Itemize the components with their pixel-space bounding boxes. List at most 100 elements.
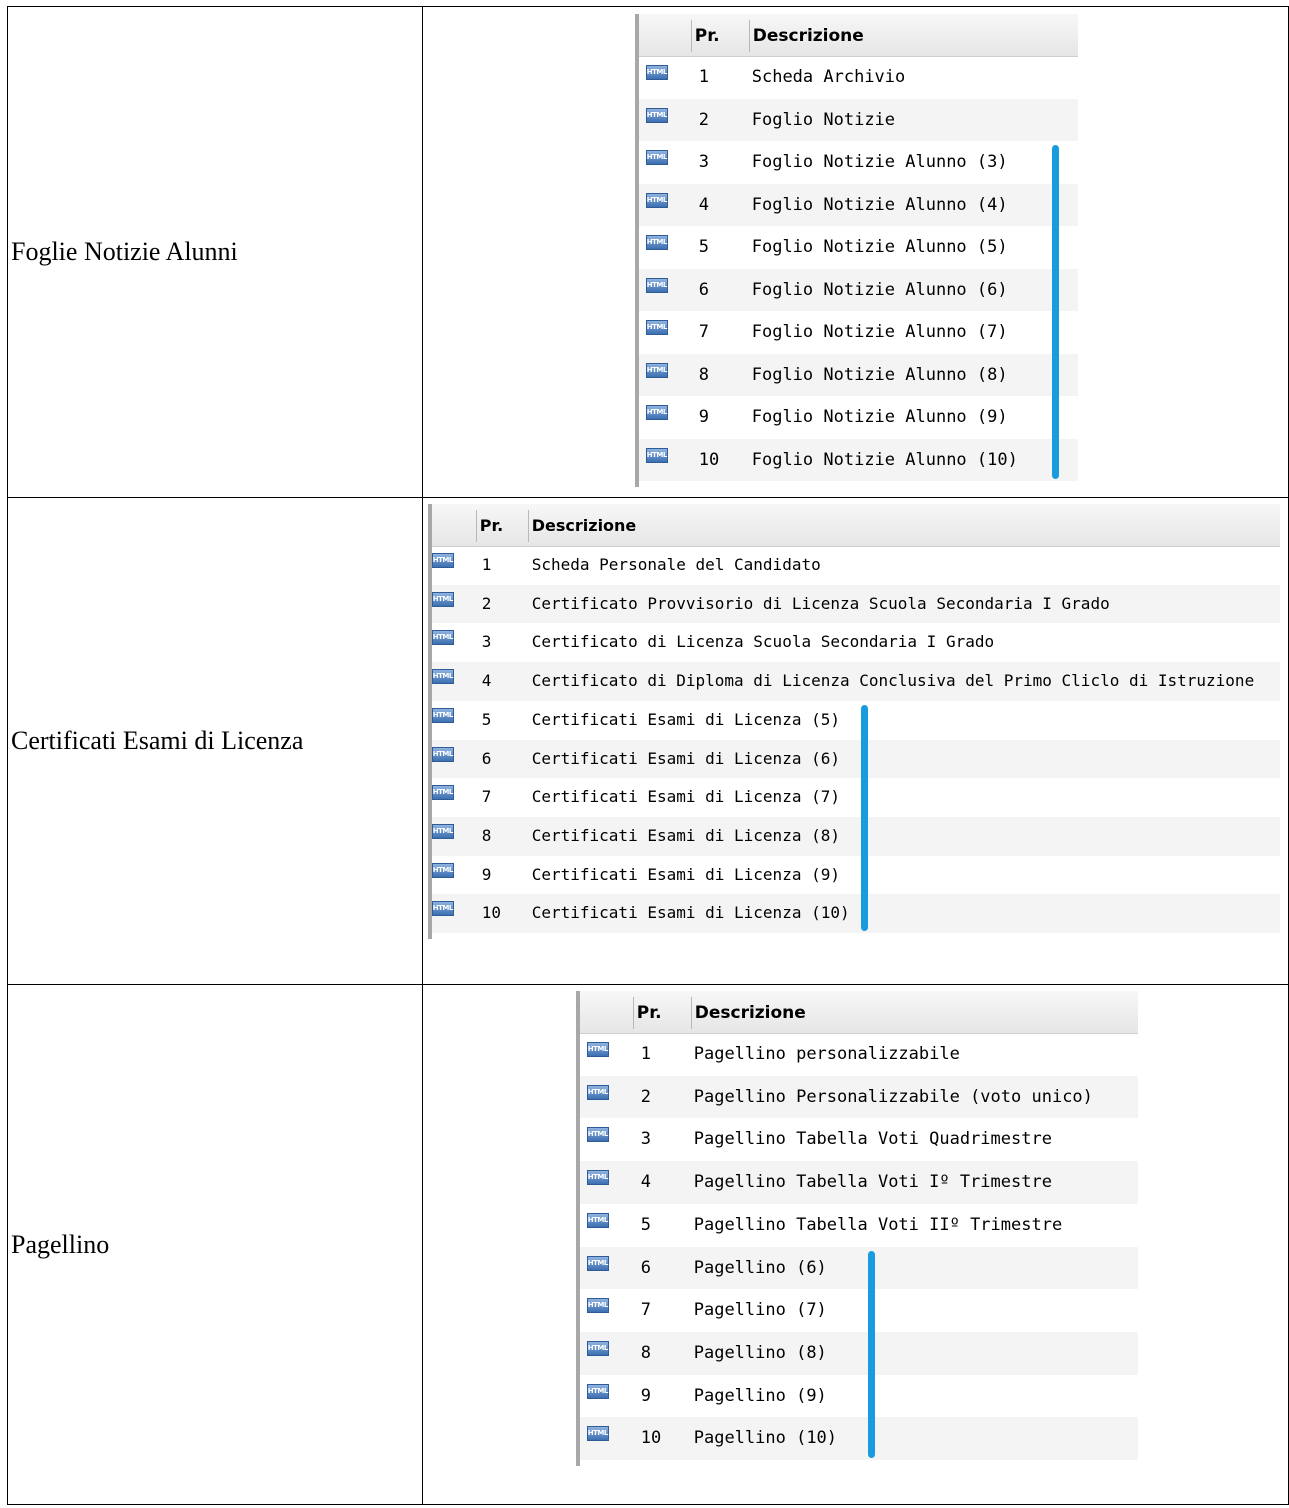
row-number: 10 — [481, 903, 501, 923]
highlight-bar — [1051, 145, 1059, 479]
list-item[interactable]: HTML 10 Foglio Notizie Alunno (10) — [638, 438, 1078, 481]
row-number: 6 — [698, 279, 709, 300]
html-file-icon[interactable]: HTML — [431, 746, 454, 762]
html-file-icon[interactable]: HTML — [431, 553, 454, 568]
html-file-icon[interactable]: HTML — [586, 1212, 609, 1228]
list-item[interactable]: HTML 4 Foglio Notizie Alunno (4) — [638, 183, 1078, 226]
list-item[interactable]: HTML 6 Certificati Esami di Licenza (6) — [431, 739, 1280, 779]
list-item[interactable]: HTML 6 Pagellino (6) — [579, 1246, 1138, 1290]
html-file-icon[interactable]: HTML — [645, 320, 668, 335]
list-item[interactable]: HTML 5 Foglio Notizie Alunno (5) — [639, 226, 1078, 269]
html-file-icon[interactable]: HTML — [586, 1383, 609, 1399]
column-separator — [475, 510, 477, 542]
html-file-icon[interactable]: HTML — [645, 107, 668, 123]
report-list-panel: Pr. Descrizione HTML 1 Pagellino personalizz… — [575, 991, 1138, 1466]
row-description: Certificati Esami di Licenza (6) — [531, 748, 840, 768]
row-description: Certificati Esami di Licenza (9) — [531, 864, 840, 884]
html-file-icon[interactable]: HTML — [586, 1084, 609, 1100]
row-number: 10 — [698, 449, 720, 470]
list-item[interactable]: HTML 5 Pagellino Tabella Voti IIº Trimestr… — [580, 1204, 1138, 1247]
document-table: Foglie Notizie Alunni Pr. Descrizione HTML… — [7, 6, 1289, 1505]
row-description: Foglio Notizie Alunno (10) — [751, 449, 1018, 470]
list-item[interactable]: HTML 5 Certificati Esami di Licenza (5) — [431, 701, 1280, 740]
html-file-icon[interactable]: HTML — [586, 1255, 609, 1271]
screenshot-cell: Pr. Descrizione HTML 1 Pagellino personalizz… — [421, 984, 1289, 1505]
row-number: 9 — [698, 407, 709, 427]
list-item[interactable]: HTML 7 Foglio Notizie Alunno (7) — [639, 311, 1078, 354]
list-item[interactable]: HTML 3 Certificato di Licenza Scuola Secon… — [431, 623, 1280, 662]
html-file-icon[interactable]: HTML — [645, 235, 668, 250]
list-item[interactable]: HTML 1 Pagellino personalizzabile — [580, 1033, 1138, 1076]
list-item[interactable]: HTML 8 Pagellino (8) — [579, 1331, 1138, 1375]
row-description: Certificati Esami di Licenza (8) — [531, 825, 840, 845]
row-number: 5 — [481, 709, 492, 729]
html-file-icon[interactable]: HTML — [586, 1340, 609, 1356]
html-file-icon[interactable]: HTML — [586, 1298, 609, 1314]
row-number: 4 — [640, 1172, 651, 1193]
list-item[interactable]: HTML 4 Certificato di Diploma di Licenza C… — [431, 662, 1280, 701]
row-number: 7 — [481, 787, 492, 807]
row-description: Foglio Notizie Alunno (3) — [751, 152, 1008, 172]
list-item[interactable]: HTML 4 Pagellino Tabella Voti Iº Trimestre — [579, 1161, 1138, 1204]
column-header: Pr. Descrizione — [431, 504, 1280, 547]
table-row: Pagellino Pr. Descrizione HTML 1 Pagellino p… — [7, 984, 1289, 1505]
html-file-icon[interactable]: HTML — [431, 901, 454, 917]
html-file-icon[interactable]: HTML — [645, 65, 668, 80]
html-file-icon[interactable]: HTML — [586, 1170, 609, 1186]
list-item[interactable]: HTML 10 Certificati Esami di Licenza (10) — [431, 894, 1280, 933]
html-file-icon[interactable]: HTML — [586, 1127, 609, 1143]
list-item[interactable]: HTML 3 Foglio Notizie Alunno (3) — [639, 141, 1078, 184]
list-item[interactable]: HTML 9 Certificati Esami di Licenza (9) — [431, 856, 1280, 895]
html-file-icon[interactable]: HTML — [431, 823, 454, 839]
list-item[interactable]: HTML 2 Pagellino Personalizzabile (voto un… — [579, 1075, 1138, 1119]
row-number: 3 — [481, 632, 492, 652]
html-file-icon[interactable]: HTML — [645, 405, 668, 420]
html-file-icon[interactable]: HTML — [645, 447, 668, 463]
list-item[interactable]: HTML 10 Pagellino (10) — [579, 1417, 1138, 1460]
row-number: 8 — [481, 825, 492, 845]
list-item[interactable]: HTML 6 Foglio Notizie Alunno (6) — [638, 268, 1078, 311]
row-description: Certificato Provvisorio di Licenza Scuol… — [531, 593, 1110, 613]
section-label: Pagellino — [7, 984, 423, 1505]
row-number: 6 — [640, 1257, 651, 1278]
html-file-icon[interactable]: HTML — [431, 669, 454, 685]
column-separator — [527, 510, 529, 542]
list-item[interactable]: HTML 2 Certificato Provvisorio di Licenza … — [431, 584, 1280, 624]
highlight-bar — [860, 704, 868, 931]
list-item[interactable]: HTML 7 Certificati Esami di Licenza (7) — [431, 778, 1280, 817]
highlight-bar — [867, 1250, 875, 1458]
row-number: 5 — [640, 1214, 651, 1235]
list-item[interactable]: HTML 7 Pagellino (7) — [580, 1289, 1138, 1332]
row-description: Pagellino Tabella Voti Iº Trimestre — [693, 1172, 1052, 1193]
html-file-icon[interactable]: HTML — [431, 591, 454, 607]
html-file-icon[interactable]: HTML — [645, 192, 668, 208]
list-item[interactable]: HTML 9 Foglio Notizie Alunno (9) — [639, 396, 1078, 439]
list-item[interactable]: HTML 8 Certificati Esami di Licenza (8) — [431, 816, 1280, 856]
html-file-icon[interactable]: HTML — [431, 862, 454, 878]
list-item[interactable]: HTML 1 Scheda Personale del Candidato — [431, 546, 1280, 585]
html-file-icon[interactable]: HTML — [645, 150, 668, 165]
html-file-icon[interactable]: HTML — [645, 362, 668, 378]
html-file-icon[interactable]: HTML — [431, 707, 454, 723]
html-file-icon[interactable]: HTML — [431, 785, 454, 801]
row-description: Foglio Notizie Alunno (7) — [751, 322, 1008, 342]
row-number: 2 — [698, 109, 709, 130]
row-description: Certificati Esami di Licenza (7) — [531, 787, 840, 807]
row-description: Foglio Notizie Alunno (6) — [751, 279, 1008, 300]
row-description: Certificato di Diploma di Licenza Conclu… — [531, 671, 1255, 691]
html-file-icon[interactable]: HTML — [586, 1426, 609, 1442]
html-file-icon[interactable]: HTML — [431, 630, 454, 646]
row-number: 1 — [698, 67, 709, 87]
screenshot-cell: Pr. Descrizione HTML 1 Scheda Personale del … — [421, 497, 1289, 985]
list-item[interactable]: HTML 1 Scheda Archivio — [639, 56, 1078, 99]
row-description: Pagellino Tabella Voti Quadrimestre — [693, 1129, 1052, 1150]
list-item[interactable]: HTML 2 Foglio Notizie — [638, 98, 1078, 141]
row-description: Pagellino (9) — [693, 1385, 827, 1406]
list-item[interactable]: HTML 8 Foglio Notizie Alunno (8) — [638, 353, 1078, 396]
column-separator — [632, 997, 634, 1029]
list-item[interactable]: HTML 9 Pagellino (9) — [580, 1375, 1138, 1418]
html-file-icon[interactable]: HTML — [645, 277, 668, 293]
list-item[interactable]: HTML 3 Pagellino Tabella Voti Quadrimestre — [580, 1118, 1138, 1161]
html-file-icon[interactable]: HTML — [586, 1042, 609, 1057]
row-number: 1 — [640, 1044, 651, 1064]
